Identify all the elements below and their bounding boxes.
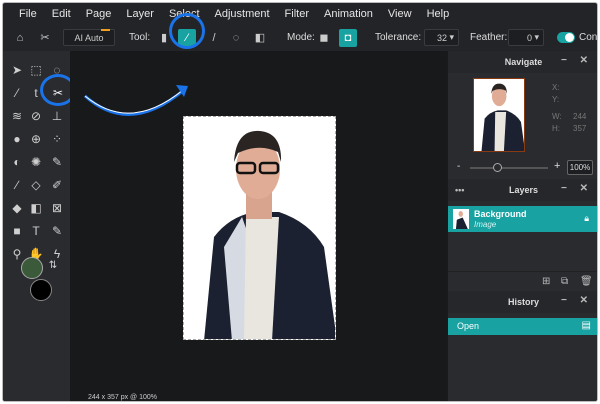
scissors-icon[interactable]: ✂ — [36, 29, 54, 47]
tolerance-select[interactable]: 32 ▾ — [424, 29, 459, 46]
move-arrow-icon[interactable]: ➤ — [8, 61, 26, 79]
status-bar: 244 x 357 px @ 100% — [88, 394, 157, 401]
navigate-title: Navigate — [504, 57, 543, 67]
zoom-slider[interactable] — [470, 163, 548, 172]
feather-select[interactable]: 0 ▾ — [508, 29, 544, 46]
menu-filter[interactable]: Filter — [285, 8, 309, 20]
marquee-icon[interactable]: ⬚ — [27, 61, 45, 79]
layers-title: Layers — [508, 185, 539, 195]
brush-select-icon[interactable]: / — [205, 29, 223, 47]
bandage-icon[interactable]: ⊘ — [27, 107, 45, 125]
paint-bucket-icon[interactable]: ◆ — [8, 199, 26, 217]
history-item-label: Open — [457, 321, 480, 331]
tool-label: Tool: — [129, 32, 151, 43]
right-panels: Navigate − ✕ X: Y: W: 244 H: 357 - + 100%… — [447, 51, 597, 401]
lasso-icon[interactable]: ◌ — [227, 29, 245, 47]
portrait-image — [204, 130, 335, 339]
x-label: X: — [552, 83, 560, 92]
add-layer-icon[interactable]: ⊞ — [542, 276, 550, 287]
history-item[interactable]: Open ▤ — [448, 318, 597, 335]
menu-edit[interactable]: Edit — [52, 8, 71, 20]
mode-add-icon[interactable]: ◼ — [315, 29, 333, 47]
navigator-thumbnail[interactable] — [473, 78, 525, 152]
dodge-icon[interactable]: ◐ — [8, 153, 26, 171]
sponge-icon[interactable]: ✺ — [27, 153, 45, 171]
w-label: W: — [552, 112, 562, 121]
layers-menu-icon[interactable]: ••• — [455, 185, 464, 195]
photo-editor-window: File Edit Page Layer Select Adjustment F… — [2, 2, 598, 402]
gradient-icon[interactable]: ◧ — [27, 199, 45, 217]
blur-drop-icon[interactable]: ● — [8, 130, 26, 148]
pencil-icon[interactable]: ✎ — [48, 153, 66, 171]
clone-stamp-icon[interactable]: ⊥ — [48, 107, 66, 125]
tool-options-bar: ⌂ ✂ AI Auto Tool: ▮ ⁄ / ◌ ◧ Mode: ◼ ◘ To… — [3, 12, 598, 51]
zoom-in-button[interactable]: + — [554, 160, 560, 172]
liquify-icon[interactable]: ≋ — [8, 107, 26, 125]
shape-icon[interactable]: ■ — [8, 222, 26, 240]
menu-adjustment[interactable]: Adjustment — [215, 8, 270, 20]
photo-canvas[interactable] — [183, 116, 336, 340]
pattern-icon[interactable]: ⊕ — [27, 130, 45, 148]
tools-panel: ➤ ⬚ ◌ ⁄ t ✂ ≋ ⊘ ⊥ ● ⊕ ⁘ ◐ ✺ ✎ ∕ ◇ ✐ ◆ ◧ … — [3, 51, 76, 401]
brush-icon[interactable]: ∕ — [8, 176, 26, 194]
panel-controls[interactable]: − ✕ — [561, 295, 593, 306]
ai-badge — [101, 29, 110, 31]
lock-icon[interactable]: 🔒︎ — [584, 213, 589, 224]
ai-auto-button[interactable]: AI Auto — [63, 29, 115, 46]
magic-wand-tool-icon[interactable]: ⁄ — [8, 84, 26, 102]
color-replace-icon[interactable]: ✐ — [48, 176, 66, 194]
menu-help[interactable]: Help — [427, 8, 450, 20]
delete-layer-icon[interactable]: 🗑︎ — [580, 276, 593, 287]
tolerance-label: Tolerance: — [375, 32, 422, 43]
layer-type: Image — [474, 220, 497, 229]
history-title: History — [507, 297, 539, 307]
swap-colors-icon[interactable]: ⇅ — [44, 256, 62, 274]
feather-label: Feather: — [470, 32, 508, 43]
panel-controls[interactable]: − ✕ — [561, 183, 593, 194]
menu-file[interactable]: File — [19, 8, 37, 20]
menu-view[interactable]: View — [388, 8, 412, 20]
menu-layer[interactable]: Layer — [126, 8, 154, 20]
w-value: 244 — [573, 112, 587, 121]
foreground-color-swatch[interactable] — [21, 257, 43, 279]
frame-icon[interactable]: ⊠ — [48, 199, 66, 217]
zoom-out-button[interactable]: - — [457, 161, 460, 172]
menu-bar: File Edit Page Layer Select Adjustment F… — [3, 3, 597, 24]
panel-controls[interactable]: − ✕ — [561, 55, 593, 66]
home-icon[interactable]: ⌂ — [11, 29, 29, 47]
history-header: History − ✕ — [448, 291, 597, 313]
text-icon[interactable]: T — [27, 222, 45, 240]
mode-label: Mode: — [287, 32, 315, 43]
layers-footer: ⊞ ⧉ 🗑︎ — [448, 271, 597, 293]
menu-animation[interactable]: Animation — [324, 8, 373, 20]
canvas-area[interactable]: 244 x 357 px @ 100% — [70, 51, 447, 401]
eraser-icon[interactable]: ◇ — [27, 176, 45, 194]
y-label: Y: — [552, 95, 560, 104]
continuous-label: Cont — [579, 32, 598, 43]
scatter-icon[interactable]: ⁘ — [48, 130, 66, 148]
h-value: 357 — [573, 124, 587, 133]
highlight-circle — [169, 12, 205, 49]
navigate-header: Navigate − ✕ — [448, 51, 597, 73]
layer-name: Background — [474, 209, 527, 219]
zoom-input[interactable]: 100% — [567, 160, 593, 175]
zoom-slider-knob[interactable] — [493, 163, 503, 172]
eyedropper-icon[interactable]: ✎ — [48, 222, 66, 240]
arrow-annotation — [84, 85, 188, 116]
layer-thumbnail — [453, 209, 469, 229]
h-label: H: — [552, 124, 560, 133]
layers-header: ••• Layers − ✕ — [448, 179, 597, 201]
continuous-toggle[interactable] — [557, 32, 575, 43]
document-icon: ▤ — [581, 320, 591, 331]
background-color-swatch[interactable] — [30, 279, 52, 301]
mode-subtract-icon[interactable]: ◘ — [339, 28, 357, 47]
duplicate-layer-icon[interactable]: ⧉ — [561, 276, 568, 287]
gradient-select-icon[interactable]: ◧ — [251, 29, 269, 47]
layer-item[interactable]: Background Image 🔒︎ — [448, 206, 597, 232]
menu-page[interactable]: Page — [86, 8, 112, 20]
